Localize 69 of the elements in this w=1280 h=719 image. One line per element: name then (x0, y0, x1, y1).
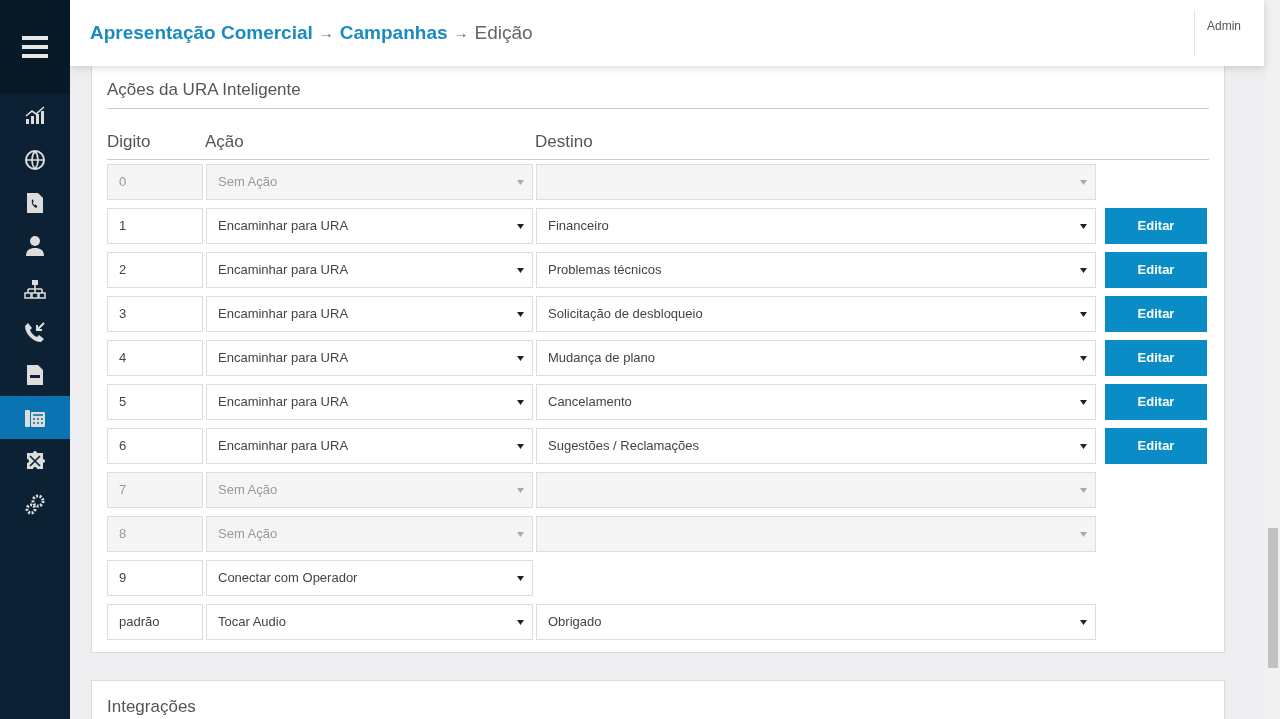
digit-field[interactable]: 3 (107, 296, 203, 332)
action-dropdown[interactable]: Encaminhar para URA (206, 252, 533, 288)
caret-icon (1080, 487, 1087, 493)
action-dropdown[interactable]: Tocar Audio (206, 604, 533, 640)
section-title: Ações da URA Inteligente (107, 66, 1209, 109)
digit-field[interactable]: 5 (107, 384, 203, 420)
incoming-call-icon (24, 320, 46, 343)
destination-dropdown[interactable]: Mudança de plano (536, 340, 1096, 376)
column-header: Digito (107, 131, 151, 151)
breadcrumb-current: Edição (474, 20, 533, 45)
edit-button[interactable]: Editar (1105, 252, 1207, 288)
digit-field[interactable]: 1 (107, 208, 203, 244)
column-header: Ação (205, 131, 244, 151)
digit-field[interactable]: 4 (107, 340, 203, 376)
destination-dropdown[interactable]: Financeiro (536, 208, 1096, 244)
action-dropdown[interactable]: Encaminhar para URA (206, 208, 533, 244)
destination-dropdown[interactable]: Sugestões / Reclamações (536, 428, 1096, 464)
caret-icon (1080, 311, 1087, 317)
digit-field[interactable]: 2 (107, 252, 203, 288)
destination-dropdown[interactable]: Obrigado (536, 604, 1096, 640)
user-icon (24, 234, 46, 257)
breadcrumb-separator: → (318, 22, 334, 43)
caret-icon (517, 399, 524, 405)
menu-button[interactable] (22, 36, 48, 58)
caret-icon (517, 531, 524, 537)
caret-icon (517, 619, 524, 625)
digit-field[interactable]: 9 (107, 560, 203, 596)
breadcrumb-separator: → (453, 22, 469, 43)
edit-button[interactable]: Editar (1105, 340, 1207, 376)
caret-icon (517, 487, 524, 493)
digit-field[interactable]: 6 (107, 428, 203, 464)
edit-button[interactable]: Editar (1105, 428, 1207, 464)
breadcrumb-link[interactable]: Apresentação Comercial (90, 18, 313, 48)
caret-icon (517, 311, 524, 317)
action-dropdown[interactable]: Encaminhar para URA (206, 340, 533, 376)
caret-icon (517, 443, 524, 449)
caret-icon (1080, 619, 1087, 625)
destination-dropdown[interactable]: Problemas técnicos (536, 252, 1096, 288)
caret-icon (1080, 531, 1087, 537)
caret-icon (1080, 179, 1087, 185)
globe-icon (24, 148, 46, 171)
caret-icon (1080, 399, 1087, 405)
action-dropdown[interactable]: Encaminhar para URA (206, 296, 533, 332)
action-dropdown[interactable]: Encaminhar para URA (206, 384, 533, 420)
caret-icon (1080, 267, 1087, 273)
action-dropdown[interactable]: Encaminhar para URA (206, 428, 533, 464)
column-header: Destino (535, 131, 593, 151)
caret-icon (1080, 443, 1087, 449)
caret-icon (517, 355, 524, 361)
edit-button[interactable]: Editar (1105, 296, 1207, 332)
network-icon (24, 277, 46, 300)
action-dropdown[interactable]: Conectar com Operador (206, 560, 533, 596)
phone-document-icon (24, 191, 46, 214)
destination-dropdown[interactable]: Cancelamento (536, 384, 1096, 420)
caret-icon (517, 179, 524, 185)
edit-button[interactable]: Editar (1105, 384, 1207, 420)
edit-button[interactable]: Editar (1105, 208, 1207, 244)
caret-icon (517, 267, 524, 273)
caret-icon (517, 223, 524, 229)
caret-icon (1080, 223, 1087, 229)
destination-dropdown[interactable]: Solicitação de desbloqueio (536, 296, 1096, 332)
document-icon (24, 363, 46, 386)
caret-icon (517, 575, 524, 581)
digit-field[interactable]: padrão (107, 604, 203, 640)
section-title: Integrações (107, 696, 197, 718)
caret-icon (1080, 355, 1087, 361)
breadcrumb-link[interactable]: Campanhas (339, 18, 448, 48)
puzzle-icon (24, 449, 46, 472)
user-name[interactable]: Admin (1207, 17, 1241, 35)
